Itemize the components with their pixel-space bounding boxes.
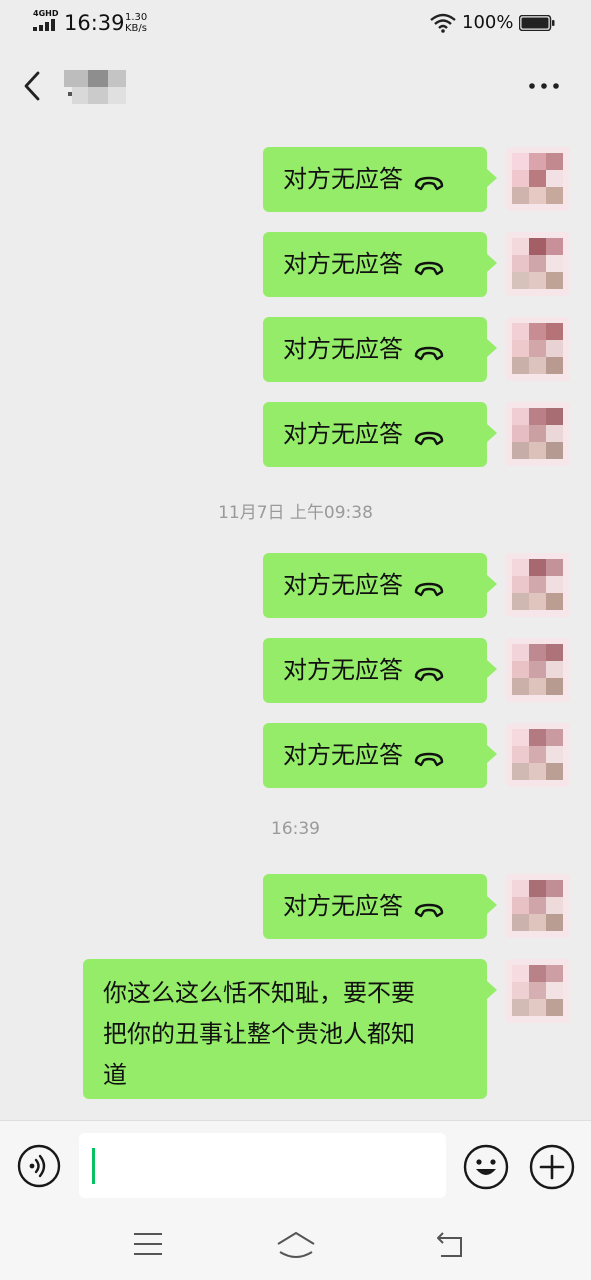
- call-status-bubble[interactable]: 对方无应答: [263, 723, 497, 788]
- avatar[interactable]: [506, 317, 570, 381]
- avatar[interactable]: [506, 402, 570, 466]
- plus-icon[interactable]: [529, 1144, 575, 1190]
- avatar[interactable]: [506, 232, 570, 296]
- back-icon[interactable]: [435, 1230, 467, 1260]
- hangup-phone-icon: [413, 170, 445, 191]
- battery-icon: [519, 15, 555, 31]
- call-status-bubble[interactable]: 对方无应答: [263, 553, 497, 618]
- hangup-phone-icon: [413, 255, 445, 276]
- battery-percent: 100%: [462, 12, 514, 33]
- text-caret: [92, 1148, 95, 1184]
- contact-name-blurred: [64, 70, 126, 104]
- hangup-phone-icon: [413, 340, 445, 361]
- status-time: 16:39: [64, 11, 125, 35]
- call-status-label: 对方无应答: [283, 571, 403, 599]
- status-bar: 4GHD 16:39 1.30 KB/s 100%: [0, 0, 591, 46]
- call-status-label: 对方无应答: [283, 165, 403, 193]
- voice-icon[interactable]: [17, 1144, 61, 1188]
- call-status-bubble[interactable]: 对方无应答: [263, 232, 497, 297]
- call-status-label: 对方无应答: [283, 892, 403, 920]
- speed-value: 1.30: [125, 12, 148, 23]
- menu-icon[interactable]: [133, 1232, 163, 1256]
- hangup-phone-icon: [413, 576, 445, 597]
- message-timestamp: 11月7日 上午09:38: [218, 503, 373, 523]
- network-speed: 1.30 KB/s: [125, 12, 147, 34]
- message-text-line: 道: [103, 1061, 127, 1089]
- call-status-label: 对方无应答: [283, 656, 403, 684]
- signal-icon: [33, 19, 57, 31]
- home-icon[interactable]: [276, 1230, 316, 1260]
- avatar[interactable]: [506, 638, 570, 702]
- more-dots-icon[interactable]: [524, 74, 564, 98]
- call-status-bubble[interactable]: 对方无应答: [263, 874, 497, 939]
- avatar[interactable]: [506, 959, 570, 1023]
- message-input[interactable]: [79, 1133, 446, 1198]
- system-nav-bar: [0, 1210, 591, 1280]
- emoji-icon[interactable]: [463, 1144, 509, 1190]
- avatar[interactable]: [506, 874, 570, 938]
- network-type: 4GHD: [33, 9, 59, 18]
- message-text-line: 把你的丑事让整个贵池人都知: [103, 1020, 415, 1048]
- message-text-line: 你这么这么恬不知耻，要不要: [103, 979, 415, 1007]
- call-status-bubble[interactable]: 对方无应答: [263, 317, 497, 382]
- hangup-phone-icon: [413, 746, 445, 767]
- call-status-bubble[interactable]: 对方无应答: [263, 638, 497, 703]
- speed-unit: KB/s: [125, 23, 147, 34]
- call-status-label: 对方无应答: [283, 250, 403, 278]
- input-bar: [0, 1120, 591, 1211]
- chat-header: [0, 46, 591, 126]
- call-status-bubble[interactable]: 对方无应答: [263, 402, 497, 467]
- hangup-phone-icon: [413, 897, 445, 918]
- avatar[interactable]: [506, 553, 570, 617]
- call-status-label: 对方无应答: [283, 741, 403, 769]
- text-message-bubble[interactable]: 你这么这么恬不知耻，要不要 把你的丑事让整个贵池人都知道: [83, 959, 497, 1099]
- message-timestamp: 16:39: [271, 819, 320, 839]
- call-status-bubble[interactable]: 对方无应答: [263, 147, 497, 212]
- wifi-icon: [430, 13, 456, 33]
- call-status-label: 对方无应答: [283, 335, 403, 363]
- hangup-phone-icon: [413, 661, 445, 682]
- avatar[interactable]: [506, 147, 570, 211]
- call-status-label: 对方无应答: [283, 420, 403, 448]
- avatar[interactable]: [506, 723, 570, 787]
- chevron-left-icon[interactable]: [18, 68, 48, 104]
- hangup-phone-icon: [413, 425, 445, 446]
